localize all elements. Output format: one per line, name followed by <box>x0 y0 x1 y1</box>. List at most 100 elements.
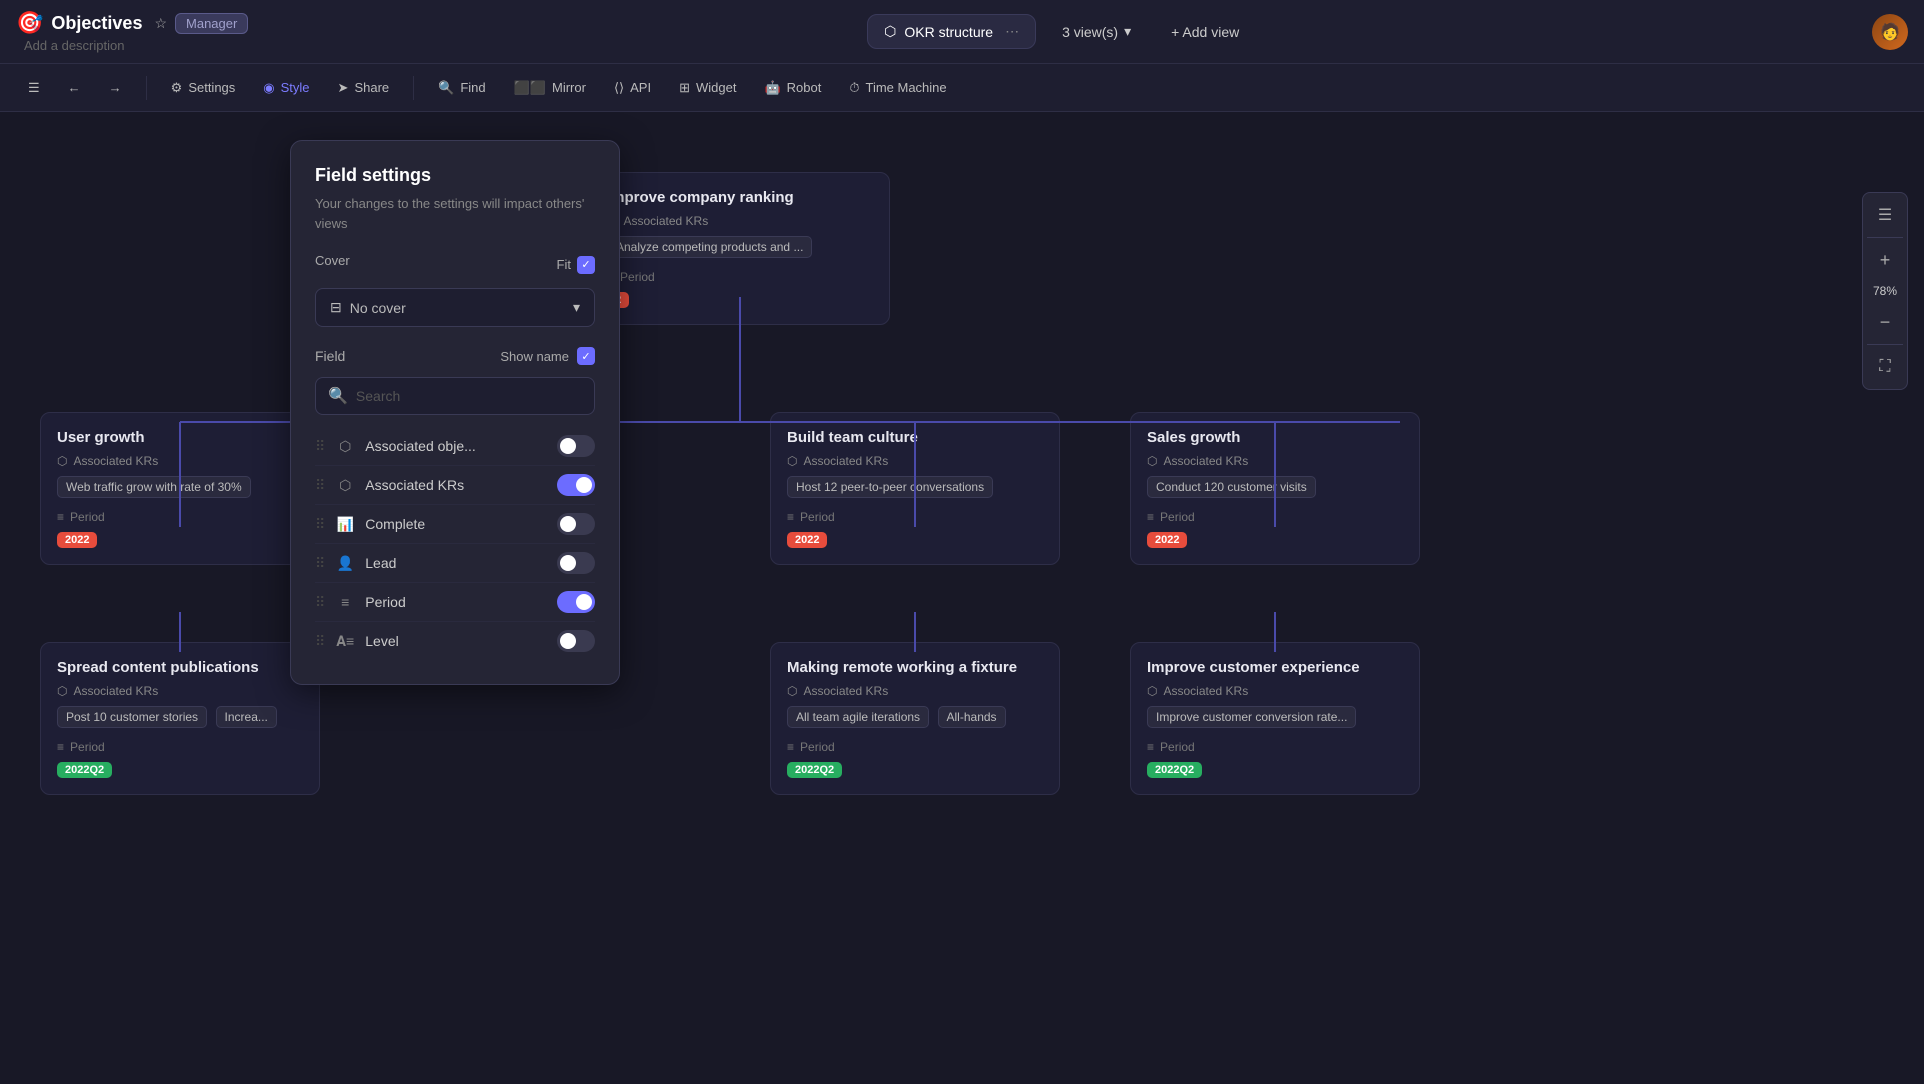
fit-checkbox[interactable]: Fit ✓ <box>557 256 595 274</box>
share-button[interactable]: ➤ Share <box>326 74 402 102</box>
main-canvas: Improve company ranking ⬡ Associated KRs… <box>0 112 1924 1084</box>
card-spread-content-tag2[interactable]: Increa... <box>216 706 277 728</box>
card-making-remote-tag2[interactable]: All-hands <box>938 706 1006 728</box>
settings-button[interactable]: ⚙ Settings <box>159 74 248 102</box>
avatar[interactable]: 🧑 <box>1872 14 1908 50</box>
time-machine-button[interactable]: ⏱ Time Machine <box>837 74 958 102</box>
widget-label: Widget <box>696 80 736 95</box>
show-name-row[interactable]: Show name ✓ <box>500 347 595 365</box>
card-user-growth-kr: ⬡ Associated KRs <box>57 454 303 468</box>
star-icon[interactable]: ☆ <box>154 15 167 32</box>
card-making-remote[interactable]: Making remote working a fixture ⬡ Associ… <box>770 642 1060 795</box>
okr-structure-tab[interactable]: ⬡ OKR structure ⋯ <box>867 14 1036 49</box>
card-build-team[interactable]: Build team culture ⬡ Associated KRs Host… <box>770 412 1060 565</box>
kr-icon: ⬡ <box>57 454 67 468</box>
card-spread-content-kr: ⬡ Associated KRs <box>57 684 303 698</box>
show-name-checkbox[interactable]: ✓ <box>577 347 595 365</box>
card-build-team-tag1[interactable]: Host 12 peer-to-peer conversations <box>787 476 993 498</box>
card-making-remote-tag1[interactable]: All team agile iterations <box>787 706 929 728</box>
add-view-button[interactable]: + Add view <box>1157 16 1253 48</box>
card-spread-content-tag1[interactable]: Post 10 customer stories <box>57 706 207 728</box>
lead-name: Lead <box>365 555 547 571</box>
field-header-row: Field Show name ✓ <box>315 347 595 365</box>
top-bar: 🎯 Objectives ☆ Manager Add a description… <box>0 0 1924 64</box>
card-user-growth-period: ≡ Period <box>57 510 303 524</box>
view-menu-button[interactable]: ☰ <box>1867 197 1903 233</box>
lead-toggle[interactable] <box>557 552 595 574</box>
cover-dropdown[interactable]: ⊟ No cover ▾ <box>315 288 595 327</box>
zoom-controls: ☰ + 78% − ⛶ <box>1862 192 1908 390</box>
add-description[interactable]: Add a description <box>24 38 248 53</box>
find-button[interactable]: 🔍 Find <box>426 74 497 102</box>
share-label: Share <box>354 80 389 95</box>
redo-button[interactable]: → <box>97 74 134 101</box>
search-input[interactable] <box>356 388 582 404</box>
drag-handle-icon[interactable]: ⠿ <box>315 438 325 455</box>
level-icon: 𝐀≡ <box>335 633 355 650</box>
drag-handle-icon[interactable]: ⠿ <box>315 516 325 533</box>
search-field[interactable]: 🔍 <box>315 377 595 415</box>
cover-row: Cover Fit ✓ <box>315 253 595 276</box>
expand-button[interactable]: ⛶ <box>1867 349 1903 385</box>
zoom-out-button[interactable]: − <box>1867 304 1903 340</box>
card-improve-customer[interactable]: Improve customer experience ⬡ Associated… <box>1130 642 1420 795</box>
api-button[interactable]: ⟨⟩ API <box>602 74 663 102</box>
assoc-obj-toggle[interactable] <box>557 435 595 457</box>
card-spread-content-badge: 2022Q2 <box>57 762 112 778</box>
period-icon: ≡ <box>1147 510 1154 524</box>
complete-toggle[interactable] <box>557 513 595 535</box>
robot-label: Robot <box>787 80 822 95</box>
assoc-krs-toggle[interactable] <box>557 474 595 496</box>
assoc-krs-name: Associated KRs <box>365 477 547 493</box>
tab-menu-icon[interactable]: ⋯ <box>1005 23 1019 40</box>
card-making-remote-title: Making remote working a fixture <box>787 659 1043 676</box>
card-sales-growth-period: ≡ Period <box>1147 510 1403 524</box>
views-button[interactable]: 3 view(s) ▾ <box>1048 15 1145 48</box>
drag-handle-icon[interactable]: ⠿ <box>315 594 325 611</box>
undo-button[interactable]: ← <box>56 74 93 101</box>
mirror-button[interactable]: ⬛⬛ Mirror <box>502 74 598 102</box>
card-spread-content[interactable]: Spread content publications ⬡ Associated… <box>40 642 320 795</box>
card-spread-content-title: Spread content publications <box>57 659 303 676</box>
zoom-in-button[interactable]: + <box>1867 242 1903 278</box>
card-making-remote-badge: 2022Q2 <box>787 762 842 778</box>
field-row-lead: ⠿ 👤 Lead <box>315 544 595 583</box>
drag-handle-icon[interactable]: ⠿ <box>315 477 325 494</box>
card-sales-growth-tag1[interactable]: Conduct 120 customer visits <box>1147 476 1316 498</box>
card-improve-company-tag1[interactable]: Analyze competing products and ... <box>607 236 812 258</box>
kr-icon: ⬡ <box>1147 684 1157 698</box>
widget-icon: ⊞ <box>679 80 690 96</box>
card-build-team-period: ≡ Period <box>787 510 1043 524</box>
card-user-growth[interactable]: User growth ⬡ Associated KRs Web traffic… <box>40 412 320 565</box>
card-improve-company[interactable]: Improve company ranking ⬡ Associated KRs… <box>590 172 890 325</box>
lead-icon: 👤 <box>335 555 355 572</box>
period-name: Period <box>365 594 547 610</box>
kr-icon: ⬡ <box>57 684 67 698</box>
drag-handle-icon[interactable]: ⠿ <box>315 555 325 572</box>
show-name-label: Show name <box>500 349 569 364</box>
fit-checkbox-checked[interactable]: ✓ <box>577 256 595 274</box>
card-user-growth-tag1[interactable]: Web traffic grow with rate of 30% <box>57 476 251 498</box>
card-improve-customer-title: Improve customer experience <box>1147 659 1403 676</box>
robot-button[interactable]: 🤖 Robot <box>752 74 833 102</box>
level-toggle[interactable] <box>557 630 595 652</box>
hamburger-menu-button[interactable]: ☰ <box>16 74 52 102</box>
period-icon: ≡ <box>1147 740 1154 754</box>
widget-button[interactable]: ⊞ Widget <box>667 74 748 102</box>
panel-title: Field settings <box>315 165 595 186</box>
okr-tab-icon: ⬡ <box>884 23 896 40</box>
style-button[interactable]: ◉ Style <box>251 74 321 102</box>
period-toggle[interactable] <box>557 591 595 613</box>
no-cover-icon-label: ⊟ No cover <box>330 299 406 316</box>
drag-handle-icon[interactable]: ⠿ <box>315 633 325 650</box>
complete-name: Complete <box>365 516 547 532</box>
panel-subtitle: Your changes to the settings will impact… <box>315 194 595 233</box>
card-improve-customer-tag1[interactable]: Improve customer conversion rate... <box>1147 706 1356 728</box>
field-settings-panel: Field settings Your changes to the setti… <box>290 140 620 685</box>
views-count: 3 view(s) <box>1062 24 1118 40</box>
app-icon: 🎯 <box>16 10 43 36</box>
kr-icon: ⬡ <box>1147 454 1157 468</box>
time-machine-label: Time Machine <box>865 80 946 95</box>
card-sales-growth[interactable]: Sales growth ⬡ Associated KRs Conduct 12… <box>1130 412 1420 565</box>
settings-label: Settings <box>188 80 235 95</box>
